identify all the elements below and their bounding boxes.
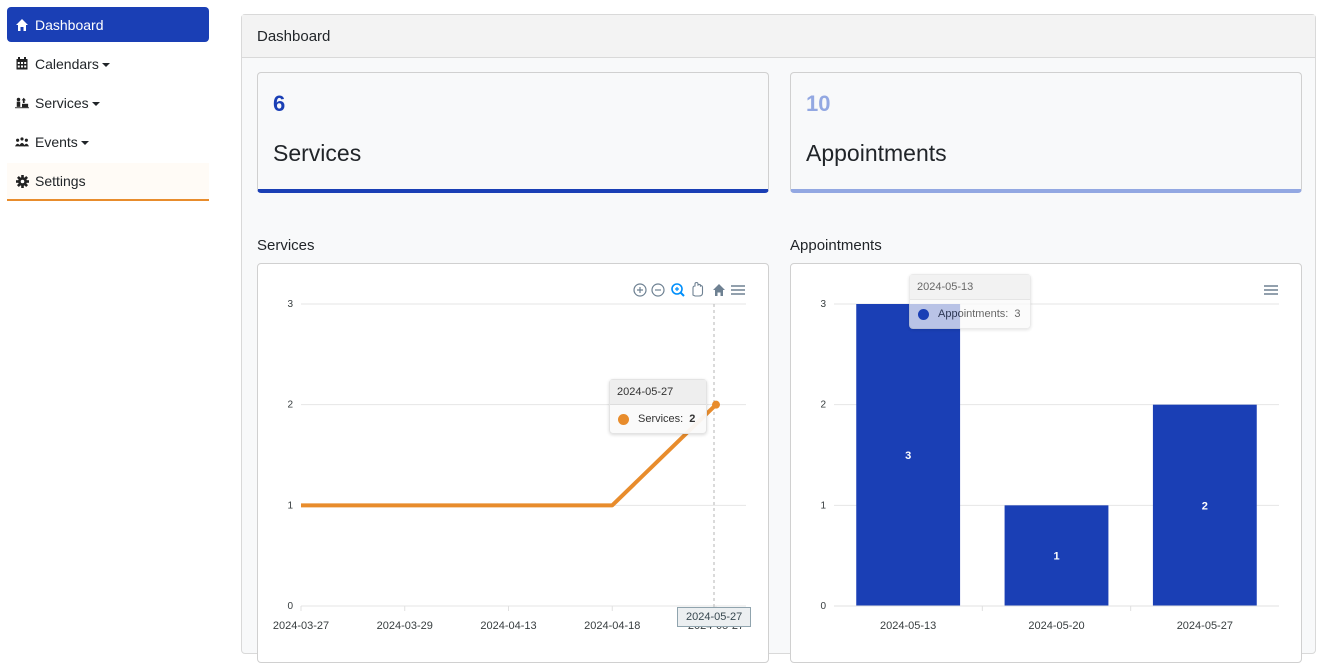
panel-title: Dashboard (242, 15, 1315, 58)
bar-data-label: 1 (1053, 551, 1059, 563)
x-tick-label: 2024-05-13 (880, 620, 936, 632)
stat-label: Appointments (806, 140, 947, 166)
sidebar-item-services[interactable]: Services (7, 85, 209, 120)
sidebar-item-label: Services (35, 94, 89, 111)
caret-down-icon (101, 63, 110, 67)
appointments-tooltip: 2024-05-13 Appointments: 3 (909, 274, 1031, 329)
sidebar-item-settings[interactable]: Settings (7, 163, 209, 201)
appointments-bar-chart[interactable]: 0 1 2 3 3 1 2 2024-05-13 2024-05-20 2024-05-27 (791, 264, 1301, 662)
series-marker (618, 413, 629, 425)
x-tick-label: 2024-05-20 (1028, 620, 1084, 632)
x-axis-tooltip: 2024-05-27 (677, 607, 752, 627)
y-tick-label: 3 (820, 299, 826, 310)
pan-hand-icon[interactable] (692, 281, 704, 297)
sidebar-item-label: Calendars (35, 55, 99, 72)
tooltip-title: 2024-05-13 (910, 275, 1030, 300)
home-icon (15, 18, 29, 32)
zoom-in-icon[interactable] (633, 283, 647, 297)
tooltip-title: 2024-05-27 (610, 380, 706, 405)
appointments-chart-title: Appointments (790, 237, 882, 254)
zoom-selection-icon[interactable] (671, 283, 685, 297)
x-tick-label: 2024-04-18 (584, 620, 640, 632)
stat-value: 6 (273, 91, 286, 116)
stat-card-appointments[interactable]: 10 Appointments (790, 72, 1302, 193)
series-marker (918, 308, 929, 320)
sidebar-item-dashboard[interactable]: Dashboard (7, 7, 209, 42)
stat-value: 10 (806, 91, 831, 116)
x-tick-label: 2024-03-29 (377, 620, 433, 632)
y-tick-label: 2 (287, 400, 293, 411)
tooltip-row: Appointments: 3 (910, 300, 1030, 328)
services-tooltip: 2024-05-27 Services: 2 (609, 379, 707, 434)
stat-card-services[interactable]: 6 Services (257, 72, 769, 193)
tooltip-value: 2 (689, 413, 696, 425)
sidebar: Dashboard Calendars Services Events Sett… (7, 7, 209, 205)
stat-label: Services (273, 140, 362, 166)
bar-data-label: 3 (905, 450, 911, 462)
sidebar-item-calendars[interactable]: Calendars (7, 46, 209, 81)
dashboard-panel: Dashboard 6 Services 10 Appointments Ser… (241, 14, 1316, 663)
services-chart-title: Services (257, 237, 315, 254)
zoom-out-icon[interactable] (651, 283, 665, 297)
x-tick-label: 2024-05-27 (1177, 620, 1233, 632)
services-icon (15, 96, 29, 110)
tooltip-series-label: Appointments: (938, 308, 1009, 320)
x-tick-label: 2024-03-27 (273, 620, 329, 632)
services-chart[interactable]: 0 1 2 3 2024-03-27 2024-03-29 2024-04-13 2024-… (257, 263, 769, 663)
caret-down-icon (91, 102, 100, 106)
menu-icon[interactable] (731, 285, 745, 295)
sidebar-item-label: Settings (35, 173, 86, 189)
tooltip-value: 3 (1014, 308, 1021, 320)
data-point[interactable] (712, 400, 720, 409)
menu-icon[interactable] (1264, 285, 1278, 295)
y-tick-label: 2 (820, 400, 826, 411)
caret-down-icon (80, 141, 89, 145)
calendar-icon (15, 57, 29, 71)
sidebar-item-label: Dashboard (35, 16, 104, 33)
y-tick-label: 0 (287, 601, 293, 612)
bar-data-label: 2 (1202, 500, 1208, 512)
tooltip-row: Services: 2 (610, 405, 706, 433)
sidebar-item-events[interactable]: Events (7, 124, 209, 159)
y-tick-label: 1 (820, 500, 826, 511)
y-tick-label: 3 (287, 299, 293, 310)
gear-icon (15, 174, 29, 188)
appointments-chart[interactable]: 0123 312 2024-05-13 2024-05-20 2024-05-27 … (790, 263, 1302, 663)
reset-home-icon[interactable] (713, 284, 725, 296)
y-tick-label: 1 (287, 500, 293, 511)
events-icon (15, 135, 29, 149)
y-tick-label: 0 (820, 601, 826, 612)
x-tick-label: 2024-04-13 (480, 620, 536, 632)
sidebar-item-label: Events (35, 133, 78, 150)
services-line-chart[interactable]: 0 1 2 3 2024-03-27 2024-03-29 2024-04-13 2024-… (258, 264, 768, 662)
tooltip-series-label: Services: (638, 413, 684, 425)
